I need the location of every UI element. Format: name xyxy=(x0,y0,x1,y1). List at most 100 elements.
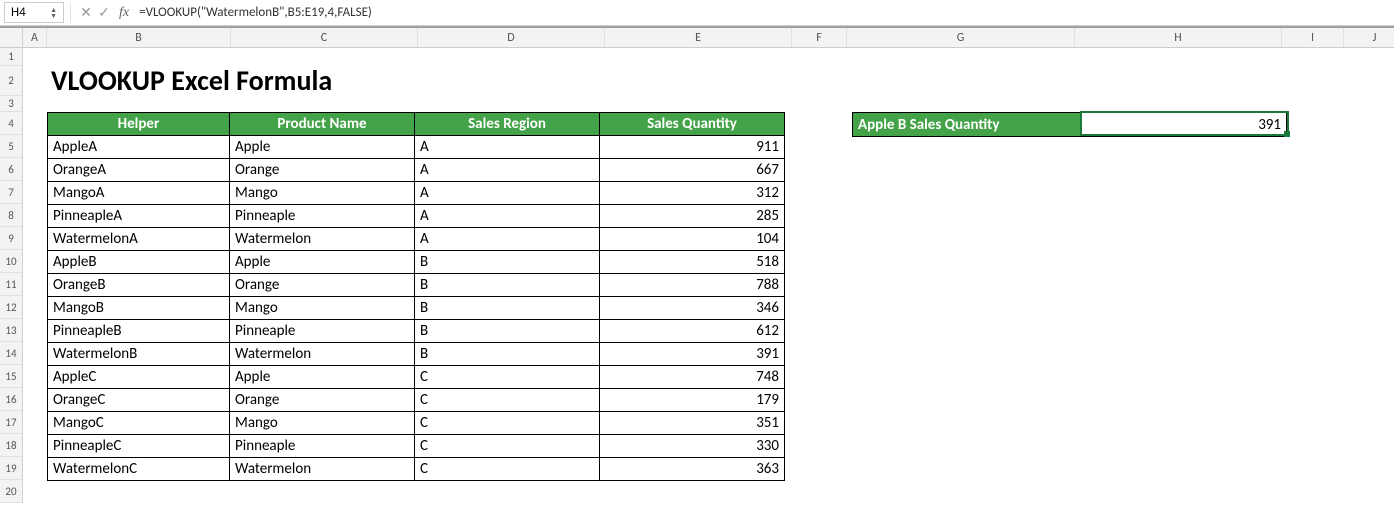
column-header[interactable]: J xyxy=(1344,28,1394,47)
table-cell[interactable]: 518 xyxy=(600,251,785,274)
row-header[interactable]: 4 xyxy=(0,112,22,135)
table-cell[interactable]: OrangeA xyxy=(48,159,230,182)
column-header[interactable]: G xyxy=(847,28,1075,47)
table-cell[interactable]: Orange xyxy=(230,389,415,412)
table-row[interactable]: OrangeCOrangeC179 xyxy=(48,389,785,412)
table-row[interactable]: WatermelonCWatermelonC363 xyxy=(48,458,785,481)
table-cell[interactable]: B xyxy=(415,251,600,274)
table-cell[interactable]: 312 xyxy=(600,182,785,205)
table-cell[interactable]: A xyxy=(415,159,600,182)
table-row[interactable]: PinneapleCPinneapleC330 xyxy=(48,435,785,458)
table-cell[interactable]: B xyxy=(415,297,600,320)
table-cell[interactable]: Mango xyxy=(230,297,415,320)
table-row[interactable]: OrangeBOrangeB788 xyxy=(48,274,785,297)
cancel-icon[interactable]: ✕ xyxy=(77,4,95,21)
formula-input[interactable]: =VLOOKUP("WatermelonB",B5:E19,4,FALSE) xyxy=(135,3,1394,22)
row-header[interactable]: 9 xyxy=(0,227,22,250)
row-header[interactable]: 15 xyxy=(0,365,22,388)
lookup-value[interactable]: 391 xyxy=(1081,113,1286,136)
table-cell[interactable]: PinneapleC xyxy=(48,435,230,458)
table-cell[interactable]: B xyxy=(415,343,600,366)
table-row[interactable]: WatermelonAWatermelonA104 xyxy=(48,228,785,251)
row-header[interactable]: 6 xyxy=(0,158,22,181)
table-cell[interactable]: AppleB xyxy=(48,251,230,274)
table-cell[interactable]: 104 xyxy=(600,228,785,251)
accept-icon[interactable]: ✓ xyxy=(95,4,113,21)
table-row[interactable]: WatermelonBWatermelonB391 xyxy=(48,343,785,366)
row-header[interactable]: 13 xyxy=(0,319,22,342)
table-cell[interactable]: C xyxy=(415,412,600,435)
table-cell[interactable]: MangoB xyxy=(48,297,230,320)
row-header[interactable]: 1 xyxy=(0,48,22,66)
table-cell[interactable]: Orange xyxy=(230,274,415,297)
table-cell[interactable]: Watermelon xyxy=(230,458,415,481)
column-header[interactable]: D xyxy=(418,28,605,47)
table-cell[interactable]: PinneapleB xyxy=(48,320,230,343)
column-header[interactable]: E xyxy=(605,28,792,47)
table-row[interactable]: MangoAMangoA312 xyxy=(48,182,785,205)
table-cell[interactable]: Apple xyxy=(230,251,415,274)
row-header[interactable]: 10 xyxy=(0,250,22,273)
row-header[interactable]: 3 xyxy=(0,96,22,112)
row-header[interactable]: 19 xyxy=(0,457,22,480)
table-cell[interactable]: 351 xyxy=(600,412,785,435)
table-cell[interactable]: A xyxy=(415,136,600,159)
table-cell[interactable]: Pinneaple xyxy=(230,435,415,458)
row-header[interactable]: 5 xyxy=(0,135,22,158)
table-cell[interactable]: C xyxy=(415,389,600,412)
row-header[interactable]: 14 xyxy=(0,342,22,365)
table-cell[interactable]: 911 xyxy=(600,136,785,159)
table-row[interactable]: MangoCMangoC351 xyxy=(48,412,785,435)
table-cell[interactable]: OrangeB xyxy=(48,274,230,297)
table-cell[interactable]: WatermelonB xyxy=(48,343,230,366)
table-cell[interactable]: C xyxy=(415,458,600,481)
table-cell[interactable]: Orange xyxy=(230,159,415,182)
table-cell[interactable]: OrangeC xyxy=(48,389,230,412)
table-cell[interactable]: C xyxy=(415,435,600,458)
table-cell[interactable]: MangoC xyxy=(48,412,230,435)
name-box[interactable]: H4 ▲▼ xyxy=(4,2,64,23)
table-cell[interactable]: B xyxy=(415,320,600,343)
table-row[interactable]: MangoBMangoB346 xyxy=(48,297,785,320)
row-header[interactable]: 16 xyxy=(0,388,22,411)
table-cell[interactable]: C xyxy=(415,366,600,389)
row-header[interactable]: 8 xyxy=(0,204,22,227)
table-row[interactable]: PinneapleAPinneapleA285 xyxy=(48,205,785,228)
table-cell[interactable]: WatermelonA xyxy=(48,228,230,251)
table-cell[interactable]: 285 xyxy=(600,205,785,228)
table-cell[interactable]: Pinneaple xyxy=(230,205,415,228)
table-row[interactable]: AppleCAppleC748 xyxy=(48,366,785,389)
table-cell[interactable]: Mango xyxy=(230,182,415,205)
table-cell[interactable]: MangoA xyxy=(48,182,230,205)
table-cell[interactable]: Apple xyxy=(230,136,415,159)
table-cell[interactable]: A xyxy=(415,228,600,251)
row-header[interactable]: 11 xyxy=(0,273,22,296)
table-cell[interactable]: Mango xyxy=(230,412,415,435)
row-header[interactable]: 2 xyxy=(0,66,22,96)
row-header[interactable]: 7 xyxy=(0,181,22,204)
row-header[interactable]: 18 xyxy=(0,434,22,457)
table-cell[interactable]: 330 xyxy=(600,435,785,458)
table-cell[interactable]: PinneapleA xyxy=(48,205,230,228)
name-box-spinner[interactable]: ▲▼ xyxy=(50,7,57,19)
table-cell[interactable]: 788 xyxy=(600,274,785,297)
table-cell[interactable]: Watermelon xyxy=(230,343,415,366)
table-cell[interactable]: B xyxy=(415,274,600,297)
table-cell[interactable]: A xyxy=(415,182,600,205)
table-cell[interactable]: A xyxy=(415,205,600,228)
row-header[interactable]: 17 xyxy=(0,411,22,434)
table-cell[interactable]: Apple xyxy=(230,366,415,389)
table-cell[interactable]: 346 xyxy=(600,297,785,320)
table-cell[interactable]: 179 xyxy=(600,389,785,412)
table-cell[interactable]: Watermelon xyxy=(230,228,415,251)
table-cell[interactable]: WatermelonC xyxy=(48,458,230,481)
column-header[interactable]: H xyxy=(1075,28,1282,47)
fx-icon[interactable]: fx xyxy=(113,5,135,21)
table-cell[interactable]: 363 xyxy=(600,458,785,481)
table-row[interactable]: PinneapleBPinneapleB612 xyxy=(48,320,785,343)
row-header[interactable]: 12 xyxy=(0,296,22,319)
table-row[interactable]: AppleAAppleA911 xyxy=(48,136,785,159)
select-all-corner[interactable] xyxy=(0,28,22,48)
column-header[interactable]: C xyxy=(231,28,418,47)
table-row[interactable]: OrangeAOrangeA667 xyxy=(48,159,785,182)
